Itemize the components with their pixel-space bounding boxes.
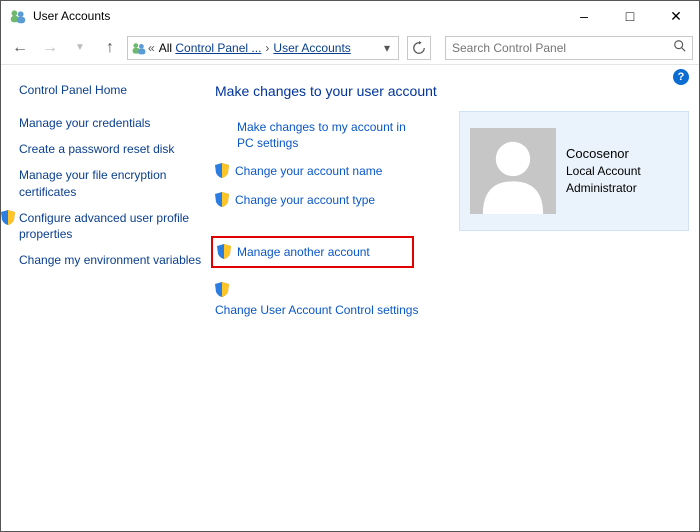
link-change-uac-settings[interactable]: Change User Account Control settings [215,302,449,318]
recent-locations-dropdown[interactable]: ▼ [67,35,93,61]
sidebar-item-password-reset-disk[interactable]: Create a password reset disk [19,141,205,157]
address-icon [130,40,148,56]
back-button[interactable]: ← [7,35,33,61]
sidebar-item-label: Create a password reset disk [19,141,174,157]
search-input[interactable] [446,41,668,55]
breadcrumb-link-user-accounts[interactable]: User Accounts [273,41,350,55]
shield-icon [215,192,229,207]
maximize-button[interactable]: □ [607,1,653,31]
forward-button[interactable]: → [37,35,63,61]
link-manage-another-account[interactable]: Manage another account [213,244,370,260]
search-box[interactable] [445,36,693,60]
page-heading: Make changes to your user account [215,83,449,99]
up-button[interactable]: ↑ [97,35,123,61]
link-label: Manage another account [237,244,370,260]
breadcrumb-link-all-control-panel[interactable]: Control Panel ... [175,41,261,55]
link-label: Change User Account Control settings [215,302,418,318]
control-panel-home-link[interactable]: Control Panel Home [19,83,205,97]
shield-icon [1,210,15,225]
chevron-right-icon: › [265,41,269,55]
link-label: Make changes to my account in PC setting… [237,119,417,151]
account-card: Cocosenor Local Account Administrator [459,111,689,231]
help-icon[interactable]: ? [673,69,689,85]
link-pc-settings[interactable]: Make changes to my account in PC setting… [215,119,449,151]
close-button[interactable]: ✕ [653,1,699,31]
sidebar-item-label: Change my environment variables [19,252,201,268]
breadcrumb-prefix: « [148,41,155,55]
address-bar[interactable]: « All Control Panel ... › User Accounts … [127,36,399,60]
account-name: Cocosenor [566,145,641,163]
account-type: Local Account [566,163,641,180]
highlighted-link-box: Manage another account [211,236,414,268]
sidebar-item-label: Configure advanced user profile properti… [19,210,205,242]
sidebar-item-label: Manage your file encryption certificates [19,167,205,199]
window-title: User Accounts [33,9,561,23]
sidebar-item-manage-credentials[interactable]: Manage your credentials [19,115,205,131]
refresh-button[interactable] [407,36,431,60]
sidebar-item-advanced-profile[interactable]: Configure advanced user profile properti… [19,210,205,242]
link-label: Change your account name [235,163,382,179]
sidebar-item-env-variables[interactable]: Change my environment variables [19,252,205,268]
shield-icon [215,282,229,297]
user-accounts-icon [9,7,27,25]
sidebar-item-label: Manage your credentials [19,115,150,131]
link-change-account-name[interactable]: Change your account name [215,163,449,179]
breadcrumb[interactable]: « All Control Panel ... › User Accounts [148,41,378,55]
search-icon[interactable] [668,39,692,56]
avatar [470,128,556,214]
link-label: Change your account type [235,192,375,208]
minimize-button[interactable]: – [561,1,607,31]
address-dropdown[interactable]: ▾ [378,41,396,55]
shield-icon [215,163,229,178]
breadcrumb-segment-prefix: All [159,41,176,55]
sidebar-item-file-encryption[interactable]: Manage your file encryption certificates [19,167,205,199]
account-role: Administrator [566,180,641,197]
link-change-account-type[interactable]: Change your account type [215,192,449,208]
shield-icon [217,244,231,259]
